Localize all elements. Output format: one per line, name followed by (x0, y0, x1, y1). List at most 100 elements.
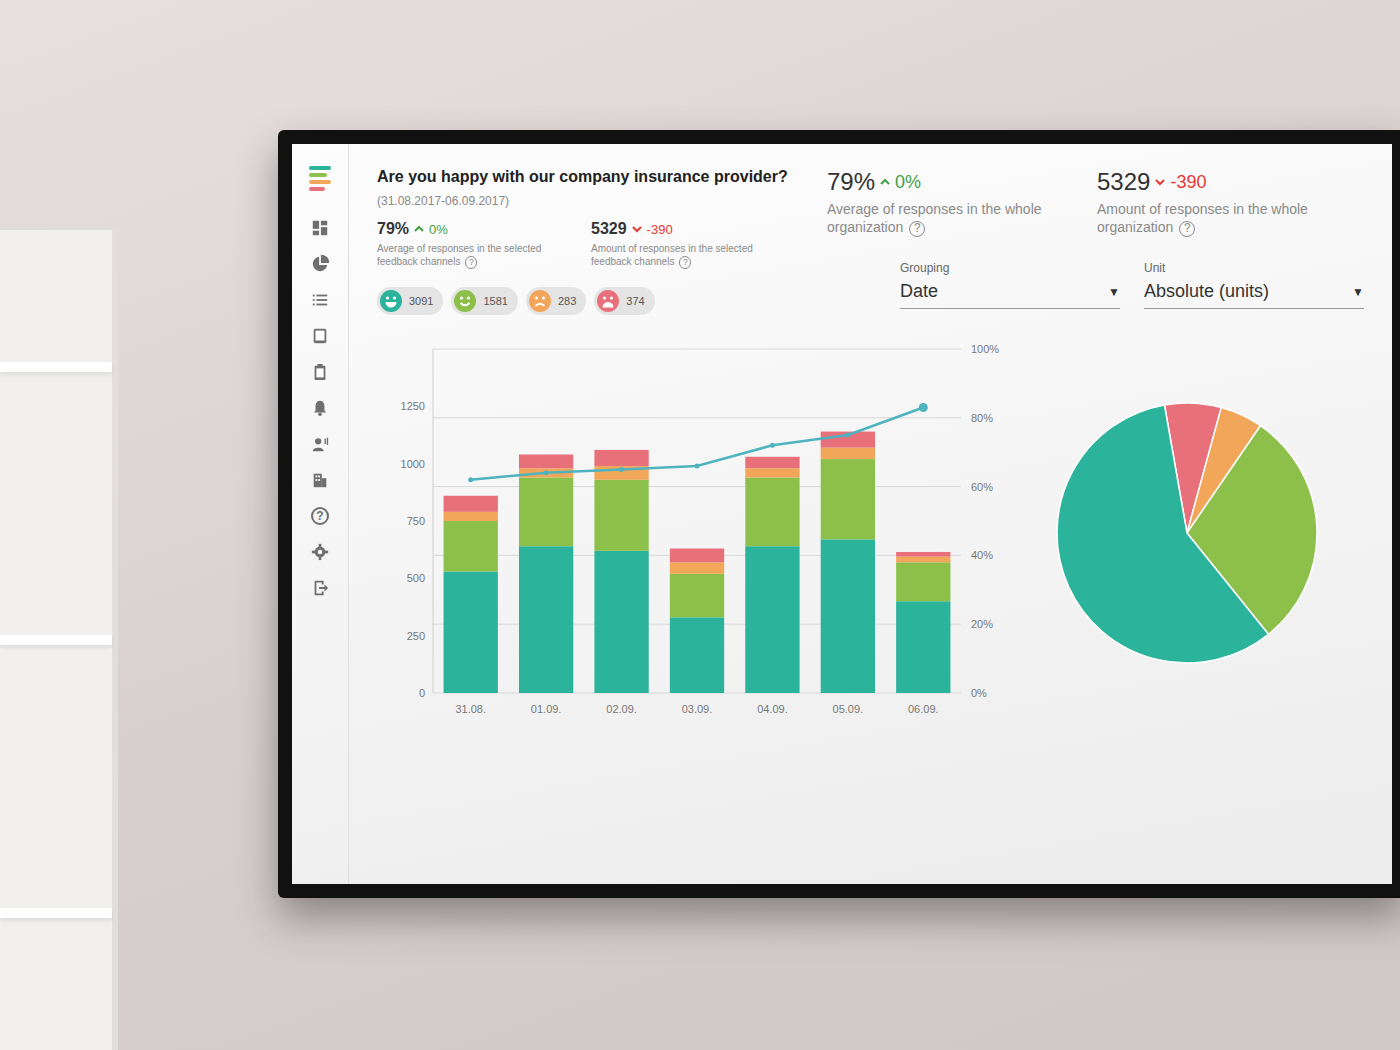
stat-label: Amount of responses in the whole organiz… (1097, 200, 1327, 237)
bar-segment[interactable] (745, 546, 799, 693)
bar[interactable] (594, 450, 648, 693)
chevron-down-icon (1154, 176, 1166, 188)
bar-segment[interactable] (670, 548, 724, 562)
bar-segment[interactable] (444, 511, 498, 520)
stat-figure: 79%0% (377, 220, 567, 238)
stat-figure: 5329-390 (1097, 168, 1327, 196)
bell-icon[interactable] (311, 399, 329, 417)
help-icon[interactable]: ? (311, 507, 329, 525)
pie-chart (1047, 393, 1327, 673)
filter-select[interactable]: UnitAbsolute (units)▼ (1144, 261, 1364, 309)
x-label: 03.09. (682, 703, 713, 715)
chevron-down-icon (631, 223, 643, 235)
help-icon[interactable]: ? (909, 221, 925, 237)
bar-segment[interactable] (821, 431, 875, 447)
trend-point[interactable] (544, 470, 549, 475)
shelf (0, 230, 118, 1050)
bar-segment[interactable] (670, 617, 724, 693)
y2-tick: 80% (971, 411, 993, 423)
y-tick: 500 (407, 572, 425, 584)
organization-summary: 79%0%Average of responses in the whole o… (827, 168, 1364, 315)
bar-segment[interactable] (594, 450, 648, 466)
gear-icon[interactable] (311, 543, 329, 561)
bar[interactable] (821, 431, 875, 692)
question-title: Are you happy with our company insurance… (377, 168, 797, 186)
bar-segment[interactable] (745, 468, 799, 477)
organization-stats: 79%0%Average of responses in the whole o… (827, 168, 1364, 237)
grid-line (433, 348, 961, 349)
bar-segment[interactable] (594, 479, 648, 550)
header: Are you happy with our company insurance… (377, 168, 1364, 315)
bar-segment[interactable] (444, 521, 498, 571)
stat: 5329-390 Amount of responses in the whole… (1097, 168, 1327, 237)
bar[interactable] (670, 548, 724, 692)
dashboard-icon[interactable] (311, 219, 329, 237)
mood-badge: 1581 (451, 287, 517, 315)
bar-segment[interactable] (821, 447, 875, 458)
grid-line (433, 417, 961, 418)
logo-icon[interactable] (309, 166, 331, 191)
speaking-person-icon[interactable] (311, 435, 329, 453)
bar-segment[interactable] (444, 495, 498, 511)
selected-stats: 79%0% Average of responses in the selecte… (377, 220, 797, 269)
bar-segment[interactable] (444, 571, 498, 693)
bar-segment[interactable] (594, 550, 648, 692)
stat-figure: 5329-390 (591, 220, 781, 238)
trend-point[interactable] (695, 463, 700, 468)
dashboard-screen: ? Are you happy with our company insuranc… (292, 144, 1392, 884)
bar[interactable] (745, 456, 799, 692)
stat-figure: 79%0% (827, 168, 1057, 196)
mood-badge: 3091 (377, 287, 443, 315)
building-icon[interactable] (311, 471, 329, 489)
question-summary: Are you happy with our company insurance… (377, 168, 797, 315)
bar-segment[interactable] (821, 459, 875, 539)
clipboard-icon[interactable] (311, 363, 329, 381)
chevron-up-icon (413, 223, 425, 235)
charts: 0250500750100012500%20%40%60%80%100%31.0… (377, 333, 1364, 733)
bar-segment[interactable] (745, 477, 799, 546)
stat-value: 79% (827, 168, 875, 196)
bar-segment[interactable] (821, 539, 875, 693)
bar-segment[interactable] (670, 573, 724, 617)
stat-change: 0% (429, 222, 448, 237)
very-happy-face-icon (379, 289, 403, 313)
mood-badge: 374 (594, 287, 654, 315)
bar[interactable] (896, 552, 950, 693)
bar-segment[interactable] (670, 562, 724, 573)
filters: GroupingDate▼ UnitAbsolute (units)▼ (827, 261, 1364, 309)
bar-segment[interactable] (519, 546, 573, 693)
bar-segment[interactable] (519, 454, 573, 468)
bar-segment[interactable] (519, 477, 573, 546)
room-photo: ? Are you happy with our company insuranc… (0, 0, 1400, 1050)
help-icon[interactable]: ? (1179, 221, 1195, 237)
x-label: 04.09. (757, 703, 788, 715)
bar-segment[interactable] (896, 556, 950, 562)
logout-icon[interactable] (311, 579, 329, 597)
y-axis (433, 349, 434, 693)
bar-segment[interactable] (896, 601, 950, 693)
bar[interactable] (519, 454, 573, 693)
stat-label: Average of responses in the selected fee… (377, 242, 567, 269)
very-sad-face-icon (596, 289, 620, 313)
bar-segment[interactable] (745, 456, 799, 467)
help-icon[interactable]: ? (679, 256, 691, 268)
stacked-bar-chart: 0250500750100012500%20%40%60%80%100%31.0… (377, 333, 1017, 733)
trend-point[interactable] (619, 467, 624, 472)
trend-point[interactable] (919, 403, 928, 412)
list-icon[interactable] (311, 291, 329, 309)
tablet-icon[interactable] (311, 327, 329, 345)
filter-field[interactable]: Date▼ (900, 281, 1120, 309)
filter-field[interactable]: Absolute (units)▼ (1144, 281, 1364, 309)
filter-select[interactable]: GroupingDate▼ (900, 261, 1120, 309)
y-tick: 750 (407, 515, 425, 527)
help-icon[interactable]: ? (465, 256, 477, 268)
y2-tick: 40% (971, 549, 993, 561)
trend-point[interactable] (770, 442, 775, 447)
pie-chart-icon[interactable] (311, 255, 329, 273)
trend-point[interactable] (845, 432, 850, 437)
trend-point[interactable] (468, 477, 473, 482)
pie-slice[interactable] (1057, 405, 1268, 663)
bar[interactable] (444, 495, 498, 692)
bar-segment[interactable] (896, 562, 950, 601)
bar-segment[interactable] (896, 552, 950, 557)
